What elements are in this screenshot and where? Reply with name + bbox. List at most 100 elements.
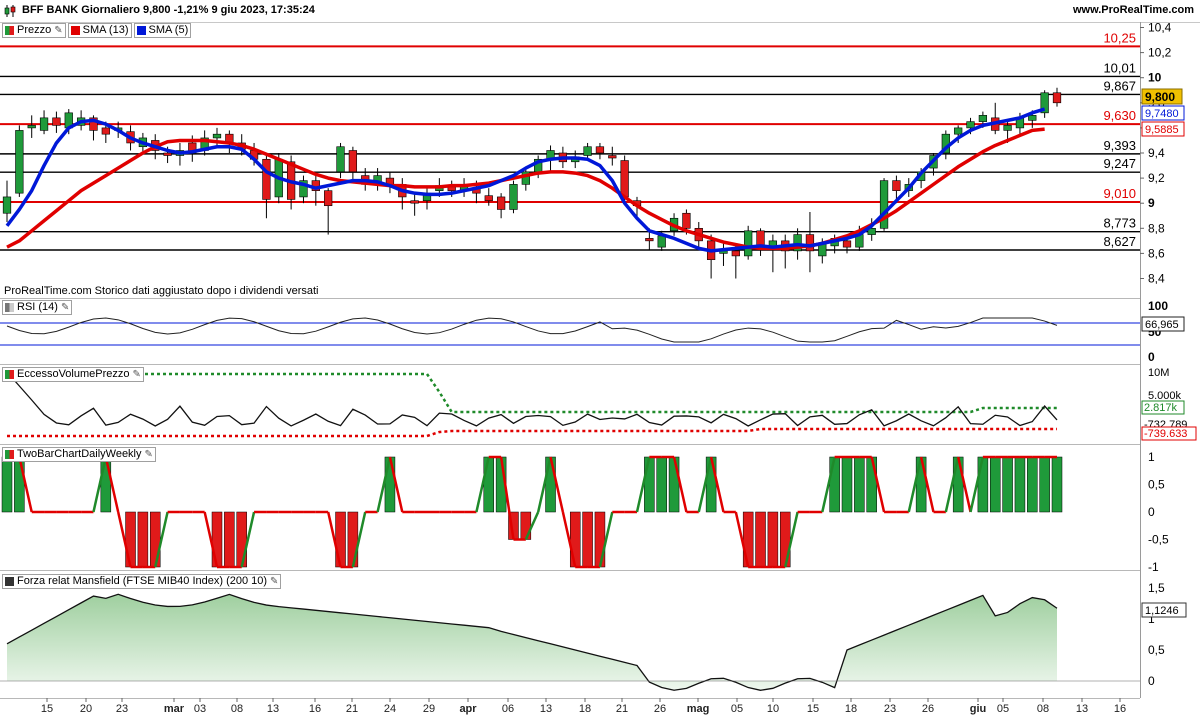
legend-sma5[interactable]: SMA (5): [133, 22, 192, 38]
candle-down[interactable]: [645, 238, 654, 242]
candle-down[interactable]: [892, 180, 901, 191]
candle-down[interactable]: [52, 117, 61, 126]
y-tick-label: 8,6: [1148, 246, 1165, 260]
candle-up[interactable]: [954, 127, 963, 135]
twobar-down-bar[interactable]: [742, 511, 754, 568]
candle-down[interactable]: [682, 212, 691, 229]
candle-down[interactable]: [348, 150, 358, 173]
candle-down[interactable]: [163, 152, 172, 156]
twobar-up-bar[interactable]: [841, 456, 853, 513]
wrench-icon[interactable]: ✎: [133, 369, 141, 380]
twobar-down-bar[interactable]: [137, 511, 149, 568]
candle-up[interactable]: [583, 146, 592, 156]
twobar-down-bar[interactable]: [149, 511, 161, 568]
candle-down[interactable]: [101, 127, 110, 135]
twobar-up-bar[interactable]: [866, 456, 877, 513]
twobar-up-bar[interactable]: [668, 456, 680, 513]
twobar-down-bar[interactable]: [767, 511, 779, 568]
evp-lower-line[interactable]: [7, 427, 1057, 438]
twobar-down-bar[interactable]: [520, 511, 532, 540]
candle-up[interactable]: [978, 115, 988, 122]
legend-price[interactable]: Prezzo ✎: [2, 22, 66, 38]
mansfield-area: [7, 594, 1057, 691]
twobar-up-bar[interactable]: [656, 456, 667, 513]
twobar-down-bar[interactable]: [569, 511, 581, 568]
candle-down[interactable]: [262, 158, 271, 200]
legend-mansfield[interactable]: Forza relat Mansfield (FTSE MIB40 Index)…: [2, 573, 282, 589]
twobar-up-bar[interactable]: [100, 456, 112, 513]
candle-up[interactable]: [1028, 115, 1037, 121]
wrench-icon[interactable]: ✎: [145, 449, 153, 460]
candle-up[interactable]: [1003, 125, 1012, 131]
x-tick-label: 13: [266, 703, 280, 715]
twobar-tick-label: -1: [1148, 560, 1159, 574]
twobar-down-bar[interactable]: [755, 511, 766, 568]
twobar-down-bar[interactable]: [125, 511, 136, 568]
twobar-up-bar[interactable]: [1027, 456, 1038, 513]
candle-up[interactable]: [2, 196, 12, 214]
candle-down[interactable]: [496, 196, 506, 210]
candle-up[interactable]: [657, 235, 666, 248]
candle-up[interactable]: [744, 230, 753, 257]
twobar-up-bar[interactable]: [384, 456, 396, 513]
twobar-down-bar[interactable]: [779, 511, 791, 568]
twobar-up-bar[interactable]: [1039, 456, 1050, 513]
candle-down[interactable]: [620, 160, 629, 198]
twobar-up-bar[interactable]: [705, 456, 717, 513]
candle-down[interactable]: [731, 250, 740, 257]
candle-down[interactable]: [484, 195, 493, 201]
legend-twobar[interactable]: TwoBarChartDailyWeekly ✎: [2, 446, 156, 462]
twobar-down-bar[interactable]: [224, 511, 235, 568]
twobar-down-bar[interactable]: [211, 511, 223, 568]
twobar-up-bar[interactable]: [977, 456, 989, 513]
candle-down[interactable]: [324, 190, 333, 207]
twobar-up-bar[interactable]: [952, 456, 964, 513]
level-label: 10,25: [1103, 30, 1136, 45]
legend-rsi[interactable]: RSI (14) ✎: [2, 299, 73, 315]
legend-sma13[interactable]: SMA (13): [67, 22, 132, 38]
twobar-up-bar[interactable]: [14, 456, 25, 513]
legend-evp[interactable]: EccessoVolumePrezzo ✎: [2, 366, 144, 382]
candle-up[interactable]: [27, 125, 36, 129]
candle-down[interactable]: [1052, 92, 1062, 104]
candle-down[interactable]: [410, 200, 419, 204]
candle-up[interactable]: [509, 184, 518, 210]
twobar-up-bar[interactable]: [1, 456, 13, 513]
twobar-up-bar[interactable]: [1051, 456, 1063, 513]
candle-down[interactable]: [842, 240, 852, 248]
level-label: 9,393: [1103, 138, 1136, 153]
twobar-down-bar[interactable]: [335, 511, 346, 568]
wrench-icon[interactable]: ✎: [270, 576, 278, 587]
rsi-line[interactable]: [6, 317, 1058, 343]
candle-up[interactable]: [966, 121, 975, 129]
twobar-down-bar[interactable]: [236, 511, 247, 568]
twobar-up-bar[interactable]: [1014, 456, 1026, 513]
twobar-up-bar[interactable]: [545, 456, 556, 513]
candle-up[interactable]: [39, 117, 49, 131]
evp-upper-value: 2.817k: [1144, 402, 1178, 414]
x-tick-label: mag: [686, 703, 710, 715]
chart-canvas[interactable]: 10,410,2109,89,69,49,298,88,68,410,2510,…: [0, 0, 1200, 720]
evp-line[interactable]: [6, 371, 1058, 427]
twobar-down-bar[interactable]: [594, 511, 606, 568]
candle-down[interactable]: [608, 155, 617, 159]
y-tick-label: 9,4: [1148, 146, 1165, 160]
twobar-up-bar[interactable]: [854, 456, 865, 513]
twobar-up-bar[interactable]: [915, 456, 927, 513]
candle-down[interactable]: [595, 146, 605, 154]
y-tick-label: 10,2: [1148, 46, 1172, 60]
wrench-icon[interactable]: ✎: [61, 302, 69, 313]
twobar-up-bar[interactable]: [829, 456, 840, 513]
twobar-down-bar[interactable]: [582, 511, 593, 568]
candle-down[interactable]: [805, 234, 815, 252]
twobar-up-bar[interactable]: [1002, 456, 1013, 513]
evp-upper-line[interactable]: [7, 372, 1057, 414]
twobar-up-bar[interactable]: [644, 456, 655, 513]
twobar-up-bar[interactable]: [483, 456, 495, 513]
candle-up[interactable]: [212, 133, 222, 139]
twobar-down-bar[interactable]: [347, 511, 359, 568]
twobar-up-bar[interactable]: [989, 456, 1001, 513]
wrench-icon[interactable]: ✎: [54, 25, 62, 36]
candle-up[interactable]: [15, 130, 24, 194]
candle-up[interactable]: [336, 146, 345, 173]
